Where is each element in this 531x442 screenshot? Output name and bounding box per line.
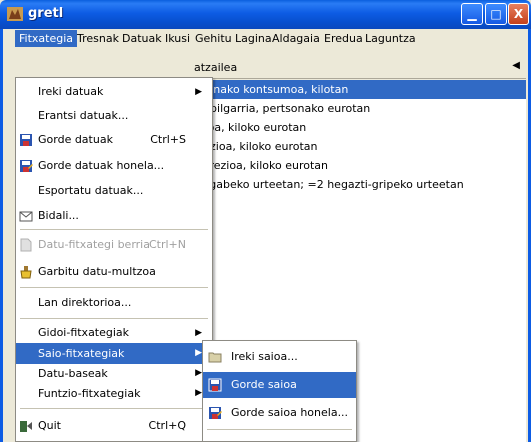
save-icon: [208, 378, 222, 392]
shortcut-label: Ctrl+S: [150, 133, 186, 146]
menu-aldagaia[interactable]: Aldagaia: [268, 30, 324, 47]
menu-item-label: Bidali...: [38, 209, 79, 222]
close-icon: X: [513, 7, 524, 21]
menu-bar: Fitxategia Tresnak Datuak Ikusi Gehitu L…: [0, 29, 531, 48]
menu-separator: [20, 287, 208, 288]
list-item[interactable]: prezioa, kiloko eurotan: [188, 137, 526, 156]
menu-separator: [20, 229, 208, 230]
menu-item-label: Quit: [38, 419, 61, 432]
menu-separator: [20, 318, 208, 319]
menu-item-gidoi-fitxategiak[interactable]: Gidoi-fitxategiak ▶: [16, 321, 212, 345]
menu-item-label: Funtzio-fitxategiak: [38, 387, 141, 400]
variable-list-header[interactable]: atzailea ◀: [188, 57, 526, 79]
save-as-icon: [20, 160, 33, 172]
maximize-button[interactable]: □: [485, 3, 507, 25]
menu-datuak[interactable]: Datuak: [118, 30, 166, 47]
submenu-item-gorde-saioa[interactable]: Gorde saioa: [203, 372, 356, 398]
minimize-button[interactable]: ▁: [461, 3, 483, 25]
menu-item-label: Garbitu datu-multzoa: [38, 265, 156, 278]
menu-item-garbitu-datu-multzoa[interactable]: Garbitu datu-multzoa: [16, 260, 212, 284]
menu-item-label: Esportatu datuak...: [38, 184, 144, 197]
file-menu: Ireki datuak ▶ Erantsi datuak... Gorde d…: [15, 77, 213, 442]
window-title: gretl: [28, 6, 64, 21]
menu-item-gorde-datuak-honela[interactable]: Gorde datuak honela...: [16, 154, 212, 178]
submenu-item-ireki-saioa[interactable]: Ireki saioa...: [203, 344, 356, 370]
folder-icon: [208, 352, 222, 363]
menu-laguntza[interactable]: Laguntza: [361, 30, 420, 47]
submenu-arrow-icon: ▶: [195, 87, 202, 97]
column-header-label: atzailea: [194, 61, 238, 74]
save-as-icon: [209, 407, 222, 419]
list-item[interactable]: erabilgarria, pertsonako eurotan: [188, 99, 526, 118]
menu-item-label: Gorde saioa honela...: [231, 406, 349, 419]
submenu-arrow-icon: ▶: [195, 328, 202, 338]
menu-item-label: Datu-fitxategi berria: [38, 238, 150, 251]
menu-item-label: Ireki datuak: [38, 85, 104, 98]
minimize-icon: ▁: [467, 7, 477, 21]
menu-item-bidali[interactable]: Bidali...: [16, 204, 212, 228]
scroll-left-icon[interactable]: ◀: [512, 60, 520, 71]
menu-item-ireki-datuak[interactable]: Ireki datuak ▶: [16, 80, 212, 104]
submenu-item-gorde-saioa-honela[interactable]: Gorde saioa honela...: [203, 400, 356, 426]
save-icon: [20, 134, 32, 146]
gretl-app-icon: [7, 7, 23, 21]
shortcut-label: Ctrl+N: [148, 238, 186, 251]
menu-item-label: Ireki saioa...: [231, 350, 298, 363]
submenu-arrow-icon: ▶: [195, 348, 202, 358]
menu-item-label: Gidoi-fitxategiak: [38, 326, 130, 339]
list-item[interactable]: n prezioa, kiloko eurotan: [188, 156, 526, 175]
menu-eredua[interactable]: Eredua: [320, 30, 367, 47]
list-item[interactable]: be gabeko urteetan; =2 hegazti-gripeko u…: [188, 175, 526, 194]
quit-icon: [20, 421, 32, 432]
close-button[interactable]: X: [508, 3, 529, 25]
menu-item-erantsi-datuak[interactable]: Erantsi datuak...: [16, 104, 212, 128]
menu-item-label: Datu-baseak: [38, 367, 108, 380]
menu-item-esportatu-datuak[interactable]: Esportatu datuak...: [16, 179, 212, 203]
menu-fitxategia[interactable]: Fitxategia: [15, 30, 78, 47]
submenu-arrow-icon: ▶: [195, 388, 202, 398]
list-item[interactable]: ezioa, kiloko eurotan: [188, 118, 526, 137]
menu-item-label: Erantsi datuak...: [38, 109, 129, 122]
menu-item-label: Gorde datuak honela...: [38, 159, 165, 172]
maximize-icon: □: [490, 7, 502, 21]
title-bar: gretl ▁ □ X: [0, 0, 531, 29]
submenu-arrow-icon: ▶: [195, 368, 202, 378]
menu-item-lan-direktorioa[interactable]: Lan direktorioa...: [16, 291, 212, 315]
menu-gehitu[interactable]: Gehitu: [191, 30, 236, 47]
session-files-submenu: Ireki saioa... Gorde saioa Gorde saioa h…: [202, 340, 357, 442]
menu-ikusi[interactable]: Ikusi: [161, 30, 194, 47]
menu-item-saio-fitxategiak[interactable]: Saio-fitxategiak ▶: [16, 343, 212, 364]
menu-item-label: Gorde datuak: [38, 133, 113, 146]
menu-separator: [20, 408, 208, 409]
menu-item-datu-fitxategi-berria: Datu-fitxategi berria Ctrl+N: [16, 233, 212, 257]
shortcut-label: Ctrl+Q: [148, 419, 186, 432]
list-item[interactable]: rtsonako kontsumoa, kilotan: [188, 80, 526, 99]
new-file-icon: [20, 238, 32, 252]
menu-item-label: Lan direktorioa...: [38, 296, 132, 309]
menu-item-datu-baseak[interactable]: Datu-baseak ▶: [16, 363, 212, 384]
menu-tresnak[interactable]: Tresnak: [73, 30, 123, 47]
menu-item-label: Saio-fitxategiak: [38, 347, 125, 360]
menu-item-gorde-datuak[interactable]: Gorde datuak Ctrl+S: [16, 128, 212, 152]
clear-icon: [20, 266, 32, 279]
mail-icon: [19, 211, 33, 222]
menu-separator: [207, 429, 352, 430]
menu-item-quit[interactable]: Quit Ctrl+Q: [16, 414, 212, 438]
menu-item-funtzio-fitxategiak[interactable]: Funtzio-fitxategiak ▶: [16, 383, 212, 404]
menu-item-label: Gorde saioa: [231, 378, 297, 391]
